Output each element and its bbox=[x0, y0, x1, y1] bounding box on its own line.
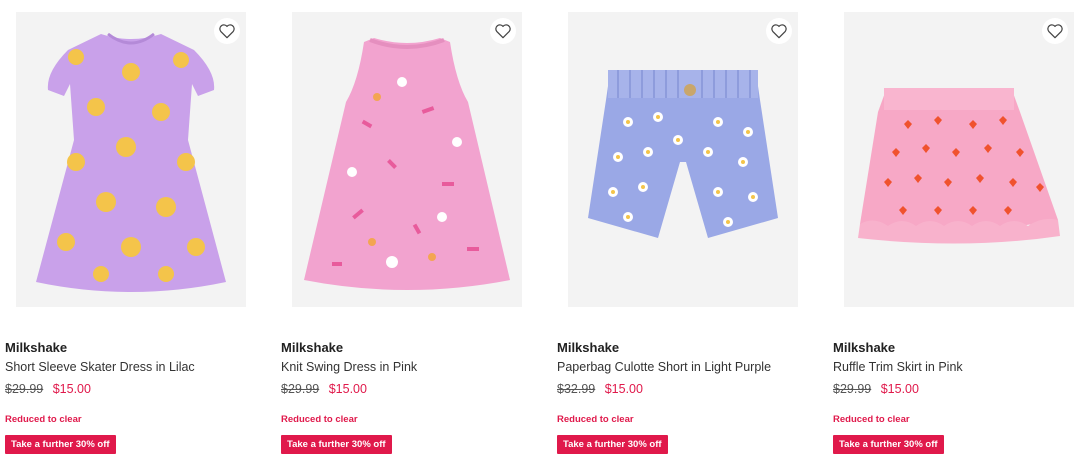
shorts-image bbox=[568, 12, 798, 307]
price-block: $32.99 $15.00 bbox=[557, 382, 643, 396]
original-price: $29.99 bbox=[281, 382, 320, 396]
product-card[interactable]: Milkshake Ruffle Trim Skirt in Pink $29.… bbox=[828, 0, 1080, 468]
promo-badge: Take a further 30% off bbox=[557, 435, 668, 454]
product-card[interactable]: Milkshake Knit Swing Dress in Pink $29.9… bbox=[276, 0, 546, 468]
product-image[interactable] bbox=[292, 12, 522, 307]
product-card[interactable]: Milkshake Short Sleeve Skater Dress in L… bbox=[0, 0, 270, 468]
product-card[interactable]: Milkshake Paperbag Culotte Short in Ligh… bbox=[552, 0, 822, 468]
price-block: $29.99 $15.00 bbox=[281, 382, 367, 396]
heart-outline-icon bbox=[219, 24, 235, 39]
sale-price: $15.00 bbox=[52, 382, 91, 396]
product-image[interactable] bbox=[844, 12, 1074, 307]
wishlist-button[interactable] bbox=[490, 18, 516, 44]
skirt-image bbox=[844, 12, 1074, 307]
dress-image bbox=[16, 12, 246, 307]
price-block: $29.99 $15.00 bbox=[5, 382, 91, 396]
product-title[interactable]: Ruffle Trim Skirt in Pink bbox=[833, 360, 963, 374]
product-title[interactable]: Short Sleeve Skater Dress in Lilac bbox=[5, 360, 195, 374]
wishlist-button[interactable] bbox=[214, 18, 240, 44]
heart-outline-icon bbox=[1047, 24, 1063, 39]
heart-outline-icon bbox=[771, 24, 787, 39]
clearance-label: Reduced to clear bbox=[5, 414, 82, 425]
product-image[interactable] bbox=[16, 12, 246, 307]
wishlist-button[interactable] bbox=[766, 18, 792, 44]
sale-price: $15.00 bbox=[880, 382, 919, 396]
original-price: $29.99 bbox=[833, 382, 872, 396]
product-brand: Milkshake bbox=[833, 340, 896, 355]
product-title[interactable]: Paperbag Culotte Short in Light Purple bbox=[557, 360, 771, 374]
product-brand: Milkshake bbox=[5, 340, 68, 355]
product-brand: Milkshake bbox=[557, 340, 620, 355]
promo-badge: Take a further 30% off bbox=[5, 435, 116, 454]
clearance-label: Reduced to clear bbox=[281, 414, 358, 425]
price-block: $29.99 $15.00 bbox=[833, 382, 919, 396]
clearance-label: Reduced to clear bbox=[557, 414, 634, 425]
original-price: $29.99 bbox=[5, 382, 44, 396]
clearance-label: Reduced to clear bbox=[833, 414, 910, 425]
product-brand: Milkshake bbox=[281, 340, 344, 355]
dress-image bbox=[292, 12, 522, 307]
promo-badge: Take a further 30% off bbox=[833, 435, 944, 454]
product-grid: Milkshake Short Sleeve Skater Dress in L… bbox=[0, 0, 1080, 468]
sale-price: $15.00 bbox=[604, 382, 643, 396]
original-price: $32.99 bbox=[557, 382, 596, 396]
promo-badge: Take a further 30% off bbox=[281, 435, 392, 454]
product-title[interactable]: Knit Swing Dress in Pink bbox=[281, 360, 417, 374]
wishlist-button[interactable] bbox=[1042, 18, 1068, 44]
product-image[interactable] bbox=[568, 12, 798, 307]
sale-price: $15.00 bbox=[328, 382, 367, 396]
heart-outline-icon bbox=[495, 24, 511, 39]
